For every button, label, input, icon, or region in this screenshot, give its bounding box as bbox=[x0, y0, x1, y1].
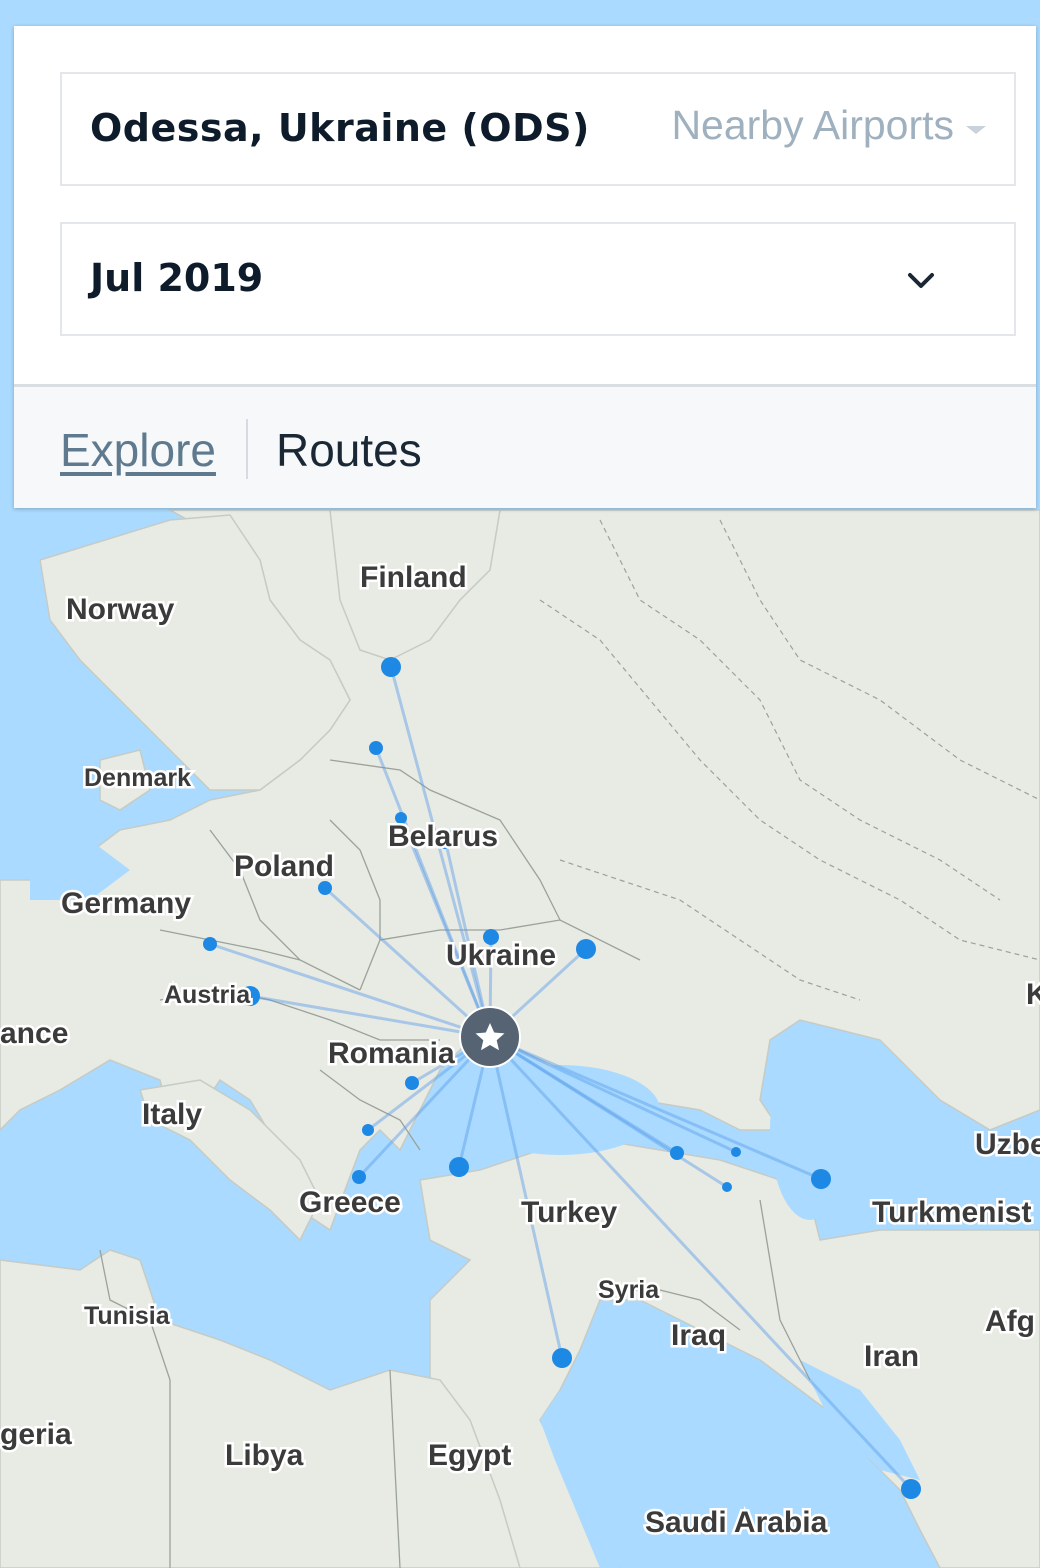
view-tabs: Explore Routes bbox=[14, 387, 1036, 508]
label-finland: Finland bbox=[360, 561, 467, 594]
month-value[interactable]: Jul 2019 bbox=[90, 256, 263, 300]
destination-dot[interactable] bbox=[318, 881, 332, 895]
label-kazakhstan: K bbox=[1026, 978, 1040, 1011]
tab-routes[interactable]: Routes bbox=[276, 423, 422, 477]
label-afghanistan: Afg bbox=[985, 1305, 1035, 1338]
origin-value[interactable]: Odessa, Ukraine (ODS) bbox=[90, 106, 590, 150]
label-algeria: geria bbox=[0, 1418, 72, 1451]
nearby-airports-dropdown[interactable]: Nearby Airports bbox=[671, 102, 986, 149]
label-italy: Italy bbox=[142, 1098, 202, 1131]
caret-down-icon[interactable] bbox=[966, 125, 986, 134]
search-panel: Odessa, Ukraine (ODS) Nearby Airports Ju… bbox=[14, 26, 1036, 508]
destination-dot[interactable] bbox=[731, 1147, 741, 1157]
label-romania: Romania bbox=[328, 1037, 455, 1070]
destination-dot[interactable] bbox=[576, 939, 596, 959]
caspian-sea bbox=[770, 1040, 850, 1220]
label-iraq: Iraq bbox=[671, 1319, 726, 1352]
label-syria: Syria bbox=[598, 1276, 660, 1304]
chevron-down-icon[interactable] bbox=[906, 266, 936, 296]
tab-separator bbox=[246, 419, 248, 479]
destination-dot[interactable] bbox=[901, 1479, 921, 1499]
destination-dot[interactable] bbox=[352, 1170, 366, 1184]
destination-dot[interactable] bbox=[449, 1157, 469, 1177]
label-libya: Libya bbox=[225, 1439, 304, 1472]
destination-dot[interactable] bbox=[203, 937, 217, 951]
label-egypt: Egypt bbox=[428, 1439, 511, 1472]
label-austria: Austria bbox=[164, 981, 251, 1009]
label-greece: Greece bbox=[299, 1186, 401, 1219]
tab-explore[interactable]: Explore bbox=[60, 423, 216, 477]
month-select[interactable]: Jul 2019 bbox=[60, 222, 1016, 336]
destination-dot[interactable] bbox=[405, 1076, 419, 1090]
destination-dot[interactable] bbox=[670, 1146, 684, 1160]
destination-dot[interactable] bbox=[552, 1348, 572, 1368]
label-turkmenistan: Turkmenist bbox=[872, 1196, 1031, 1229]
label-uzbekistan: Uzbe bbox=[975, 1128, 1040, 1161]
destination-dot[interactable] bbox=[362, 1124, 374, 1136]
label-belarus: Belarus bbox=[388, 820, 498, 853]
label-poland: Poland bbox=[234, 850, 334, 883]
label-iran: Iran bbox=[864, 1340, 919, 1373]
label-norway: Norway bbox=[66, 593, 175, 626]
destination-dot[interactable] bbox=[381, 657, 401, 677]
destination-dot[interactable] bbox=[811, 1169, 831, 1189]
label-germany: Germany bbox=[61, 887, 191, 920]
origin-marker[interactable] bbox=[459, 1006, 521, 1068]
origin-field[interactable]: Odessa, Ukraine (ODS) Nearby Airports bbox=[60, 72, 1016, 186]
label-denmark: Denmark bbox=[84, 764, 191, 792]
label-tunisia: Tunisia bbox=[84, 1302, 171, 1330]
nearby-airports-label[interactable]: Nearby Airports bbox=[671, 102, 954, 149]
label-turkey: Turkey bbox=[521, 1196, 617, 1229]
destination-dot[interactable] bbox=[722, 1182, 732, 1192]
label-ukraine: Ukraine bbox=[446, 939, 556, 972]
label-saudi-arabia: Saudi Arabia bbox=[645, 1506, 828, 1539]
label-france: ance bbox=[0, 1017, 68, 1050]
destination-dot[interactable] bbox=[369, 741, 383, 755]
